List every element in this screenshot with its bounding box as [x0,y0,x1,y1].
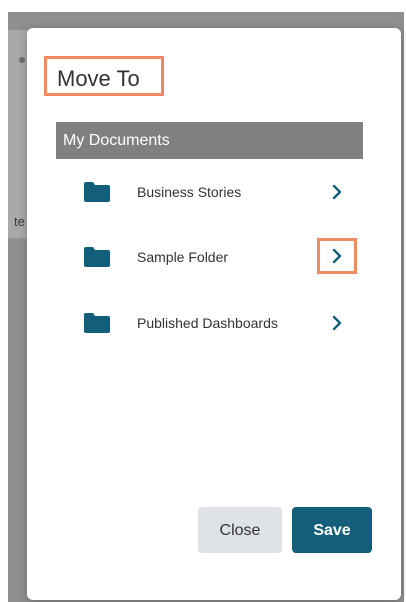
folder-icon [84,313,110,333]
folder-label: Business Stories [137,184,242,200]
background-text: te [14,214,25,229]
folder-icon [84,182,110,202]
chevron-right-icon [332,184,342,200]
folder-row-published-dashboards[interactable]: Published Dashboards [56,305,363,341]
folder-row-sample-folder[interactable]: Sample Folder [56,238,363,275]
background-dot-icon [19,57,25,63]
move-to-dialog: Move To My Documents Business Stories Sa… [27,28,401,600]
expand-published-dashboards-button[interactable] [323,309,351,337]
dialog-title: Move To [44,56,164,96]
folder-label: Sample Folder [137,249,229,265]
expand-business-stories-button[interactable] [323,178,351,206]
save-button[interactable]: Save [292,507,372,553]
folder-row-business-stories[interactable]: Business Stories [56,174,363,210]
expand-sample-folder-button[interactable] [317,238,357,274]
close-button[interactable]: Close [198,507,282,553]
root-folder-header[interactable]: My Documents [56,122,363,159]
folder-icon [84,247,110,267]
folder-label: Published Dashboards [137,315,278,331]
chevron-right-icon [332,315,342,331]
chevron-right-icon [332,248,342,264]
